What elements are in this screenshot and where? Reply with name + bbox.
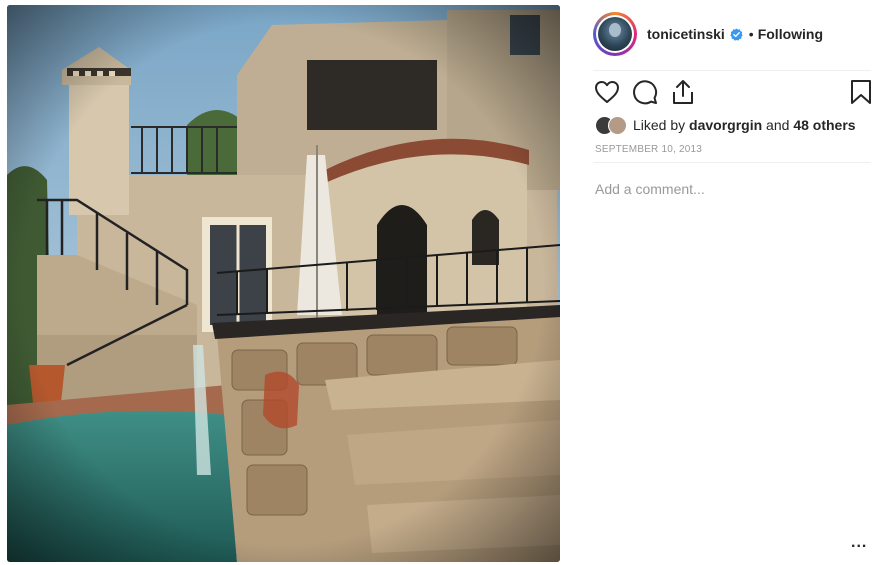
verified-badge-icon <box>730 27 743 41</box>
bookmark-icon[interactable] <box>847 78 875 106</box>
comment-divider <box>593 162 871 163</box>
post-sidebar: tonicetinski • Following Liked by davorg… <box>573 0 890 565</box>
username-link[interactable]: tonicetinski <box>647 26 725 42</box>
post-header: tonicetinski • Following <box>593 9 871 59</box>
avatar-ring <box>596 15 634 53</box>
share-icon[interactable] <box>669 78 697 106</box>
action-bar <box>593 78 871 108</box>
following-button[interactable]: Following <box>758 26 823 42</box>
villa-photo-illustration <box>7 5 560 562</box>
heart-icon[interactable] <box>593 78 621 106</box>
header-divider <box>593 70 871 71</box>
likes-others-link[interactable]: 48 others <box>793 117 855 133</box>
comment-input[interactable] <box>595 178 845 200</box>
likes-text: Liked by davorgrgin and 48 others <box>633 117 856 133</box>
avatar[interactable] <box>593 12 637 56</box>
comment-icon[interactable] <box>631 78 659 106</box>
post-photo[interactable] <box>7 5 560 562</box>
avatar-image <box>598 17 632 51</box>
post-photo-pane <box>0 0 573 565</box>
post-date: September 10, 2013 <box>595 144 702 155</box>
liker-avatar[interactable] <box>608 115 627 135</box>
liked-by-prefix: Liked by <box>633 117 690 133</box>
liker-username-link[interactable]: davorgrgin <box>689 117 762 133</box>
more-options-button[interactable]: ... <box>851 534 867 552</box>
liked-by-conjunction: and <box>762 117 794 133</box>
separator-dot: • <box>748 26 754 42</box>
likes-summary: Liked by davorgrgin and 48 others <box>595 115 856 135</box>
